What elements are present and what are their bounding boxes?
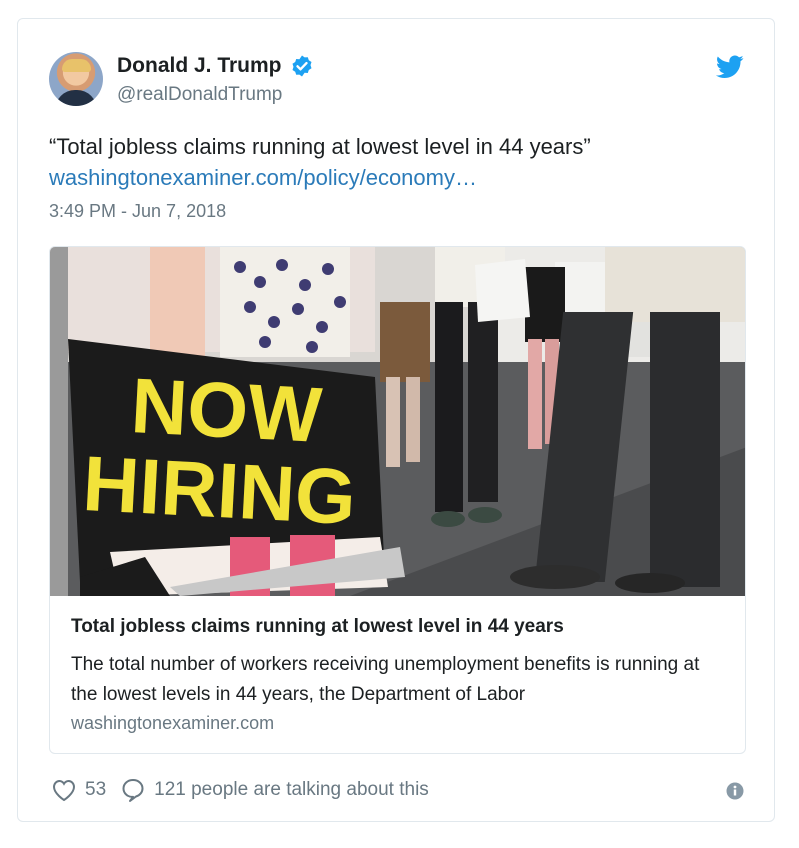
link-card[interactable]: NOW HIRING Total jobless claims running … [49, 246, 746, 754]
card-domain: washingtonexaminer.com [71, 713, 275, 733]
tweet-actions: 53 121 people are talking about this [51, 777, 429, 803]
twitter-bird-icon[interactable] [716, 55, 744, 79]
embedded-tweet: Donald J. Trump @realDonaldTrump “Total … [17, 18, 775, 822]
author-display-name[interactable]: Donald J. Trump [117, 54, 282, 78]
conversation-link[interactable]: 121 people are talking about this [154, 779, 429, 801]
avatar-suit [55, 90, 97, 106]
verified-badge-icon [292, 55, 312, 77]
tweet-quote: “Total jobless claims running at lowest … [49, 134, 591, 159]
speech-bubble-icon[interactable] [120, 777, 146, 803]
card-title[interactable]: Total jobless claims running at lowest l… [71, 616, 564, 638]
tweet-link[interactable]: washingtonexaminer.com/policy/economy… [49, 162, 749, 193]
tweet-text: “Total jobless claims running at lowest … [49, 131, 749, 193]
author-name-row: Donald J. Trump [117, 54, 314, 78]
avatar[interactable] [49, 52, 103, 106]
avatar-hair [62, 59, 91, 72]
card-description: The total number of workers receiving un… [71, 654, 700, 705]
info-icon[interactable] [726, 782, 744, 800]
like-count[interactable]: 53 [85, 779, 106, 801]
card-image-sign-line2: HIRING [81, 439, 358, 541]
tweet-timestamp[interactable]: 3:49 PM - Jun 7, 2018 [49, 201, 226, 222]
heart-icon[interactable] [51, 778, 77, 802]
author-handle[interactable]: @realDonaldTrump [117, 84, 282, 106]
card-image: NOW HIRING [50, 247, 745, 596]
